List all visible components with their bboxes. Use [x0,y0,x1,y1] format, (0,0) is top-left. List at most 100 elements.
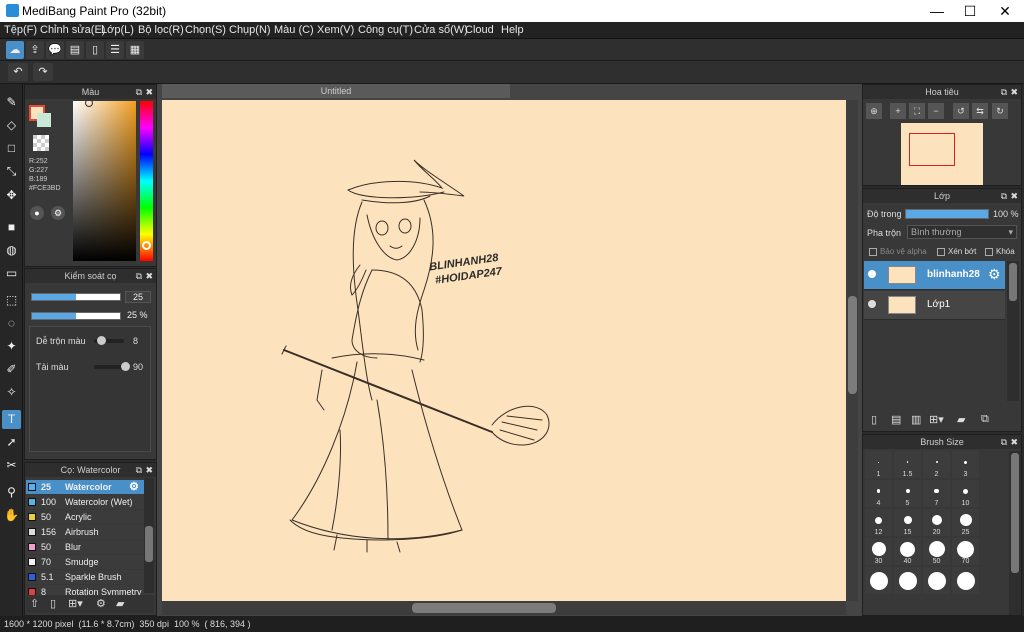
menu-select[interactable]: Chọn(S) [185,24,226,36]
dot-tool-icon[interactable]: □ [2,139,21,158]
undock-icon[interactable]: ⧉ [1001,435,1007,449]
brush-size-slider[interactable] [31,293,121,301]
eraser-tool-icon[interactable]: ◇ [2,116,21,135]
brush-size-option[interactable]: 20 [923,509,950,536]
blend-slider-knob[interactable] [97,336,106,345]
maximize-button[interactable]: ☐ [953,0,987,22]
layer-row[interactable]: blinhanh28 ⚙ [864,261,1005,290]
brush-folder-icon[interactable]: ▰ [116,597,124,610]
menu-cloud[interactable]: Cloud [465,24,494,36]
brush-size-option[interactable] [865,567,892,594]
navigator-viewport[interactable] [909,133,955,166]
document-icon[interactable]: ▯ [86,41,104,59]
layer-folder-icon[interactable]: ▰ [957,413,965,426]
brush-item[interactable]: 5.1 Sparkle Brush [26,570,154,584]
magic-wand-icon[interactable]: ✦ [2,337,21,356]
gradient-tool-icon[interactable]: ▭ [2,264,21,283]
panel-close-icon[interactable]: ✖ [1010,85,1018,99]
brush-settings-icon[interactable]: ⚙ [129,480,139,494]
layer-row[interactable]: Lớp1 [864,291,1005,320]
undock-icon[interactable]: ⧉ [1001,85,1007,99]
layer-scroll-thumb[interactable] [1009,263,1017,301]
select-pen-icon[interactable]: ✐ [2,360,21,379]
reload-slider[interactable] [94,362,130,371]
layer-scrollbar[interactable] [1007,261,1019,401]
undock-icon[interactable]: ⧉ [136,269,142,283]
add-layer-dropdown-icon[interactable]: ⊞▾ [929,413,944,426]
canvas-vertical-thumb[interactable] [848,296,857,394]
text-tool-icon[interactable]: T [2,410,21,429]
zoom-in-icon[interactable]: + [890,103,906,119]
undo-icon[interactable]: ↶ [8,63,28,81]
layer-blend-select[interactable]: Bình thường ▾ [907,225,1017,239]
brush-item[interactable]: 70 Smudge [26,555,154,569]
minimize-button[interactable]: — [920,0,954,22]
saturation-value-picker[interactable] [73,101,136,261]
palette-settings-icon[interactable]: ⚙ [51,206,65,220]
panel-close-icon[interactable]: ✖ [145,85,153,99]
menu-color[interactable]: Màu (C) [274,24,314,36]
duplicate-layer-icon[interactable]: ⧉ [981,413,989,426]
operation-tool-icon[interactable]: ➚ [2,433,21,452]
panel-close-icon[interactable]: ✖ [1010,189,1018,203]
lasso-tool-icon[interactable]: ◌ [2,314,21,333]
undock-icon[interactable]: ⧉ [136,463,142,477]
share-icon[interactable]: ⇪ [26,41,44,59]
bucket-tool-icon[interactable]: ◍ [2,241,21,260]
brush-size-option[interactable]: 5 [894,480,921,507]
brush-size-option[interactable]: 50 [923,538,950,565]
select-eraser-icon[interactable]: ✧ [2,383,21,402]
brush-size-option[interactable] [894,567,921,594]
brush-size-option[interactable]: 7 [923,480,950,507]
clipping-checkbox[interactable]: Xén bớt [937,247,976,256]
drawing-canvas[interactable]: BLINHANH28 #HOIDAP247 [162,100,846,601]
lock-checkbox[interactable]: Khóa [985,247,1015,256]
rotate-left-icon[interactable]: ↺ [953,103,969,119]
brush-size-option[interactable]: 10 [952,480,979,507]
protect-alpha-checkbox[interactable]: Bảo vệ alpha [869,247,927,256]
brush-size-option[interactable]: 40 [894,538,921,565]
cloud-icon[interactable]: ☁ [6,41,24,59]
grid-icon[interactable]: ▦ [126,41,144,59]
zoom-icon[interactable]: ⊕ [866,103,882,119]
panel-close-icon[interactable]: ✖ [145,463,153,477]
brush-item[interactable]: 50 Acrylic [26,510,154,524]
add-brush-icon[interactable]: ⊞▾ [68,597,83,610]
panel-close-icon[interactable]: ✖ [1010,435,1018,449]
new-layer-icon[interactable]: ▯ [871,413,877,426]
brush-size-option[interactable]: 15 [894,509,921,536]
brush-size-option[interactable]: 4 [865,480,892,507]
tab-untitled[interactable]: Untitled [162,84,510,98]
hue-slider[interactable] [140,101,153,261]
zoom-out-icon[interactable]: − [928,103,944,119]
canvas-horizontal-thumb[interactable] [412,603,556,613]
undock-icon[interactable]: ⧉ [136,85,142,99]
redo-icon[interactable]: ↷ [33,63,53,81]
palette-icon[interactable]: ● [30,206,44,220]
visibility-eye-icon[interactable] [868,300,876,308]
eyedropper-icon[interactable]: ⚲ [2,483,21,502]
brush-item[interactable]: 100 Watercolor (Wet) [26,495,154,509]
move-tool-icon[interactable]: ✥ [2,186,21,205]
undock-icon[interactable]: ⧉ [1001,189,1007,203]
brush-size-option[interactable]: 1 [865,451,892,478]
menu-snap[interactable]: Chụp(N) [229,24,271,36]
brush-size-option[interactable] [952,567,979,594]
menu-view[interactable]: Xem(V) [317,24,354,36]
hand-tool-icon[interactable]: ✋ [2,506,21,525]
visibility-eye-icon[interactable] [868,270,876,278]
select-rect-icon[interactable]: ⬚ [2,291,21,310]
brush-settings-icon[interactable]: ⚙ [96,597,106,610]
new-brush-icon[interactable]: ▯ [50,597,56,610]
upload-brush-icon[interactable]: ⇧ [30,597,39,610]
comment-icon[interactable]: 💬 [46,41,64,59]
brush-size-scrollbar[interactable] [1009,451,1021,615]
menu-edit[interactable]: Chỉnh sửa(E) [40,24,105,36]
close-button[interactable]: ✕ [988,0,1022,22]
layer-opacity-slider[interactable] [905,209,989,219]
brush-item[interactable]: 50 Blur [26,540,154,554]
brush-size-scroll-thumb[interactable] [1011,453,1019,573]
menu-window[interactable]: Cửa sổ(W) [414,24,468,36]
list-icon[interactable]: ☰ [106,41,124,59]
new-8bit-layer-icon[interactable]: ▥ [911,413,921,426]
